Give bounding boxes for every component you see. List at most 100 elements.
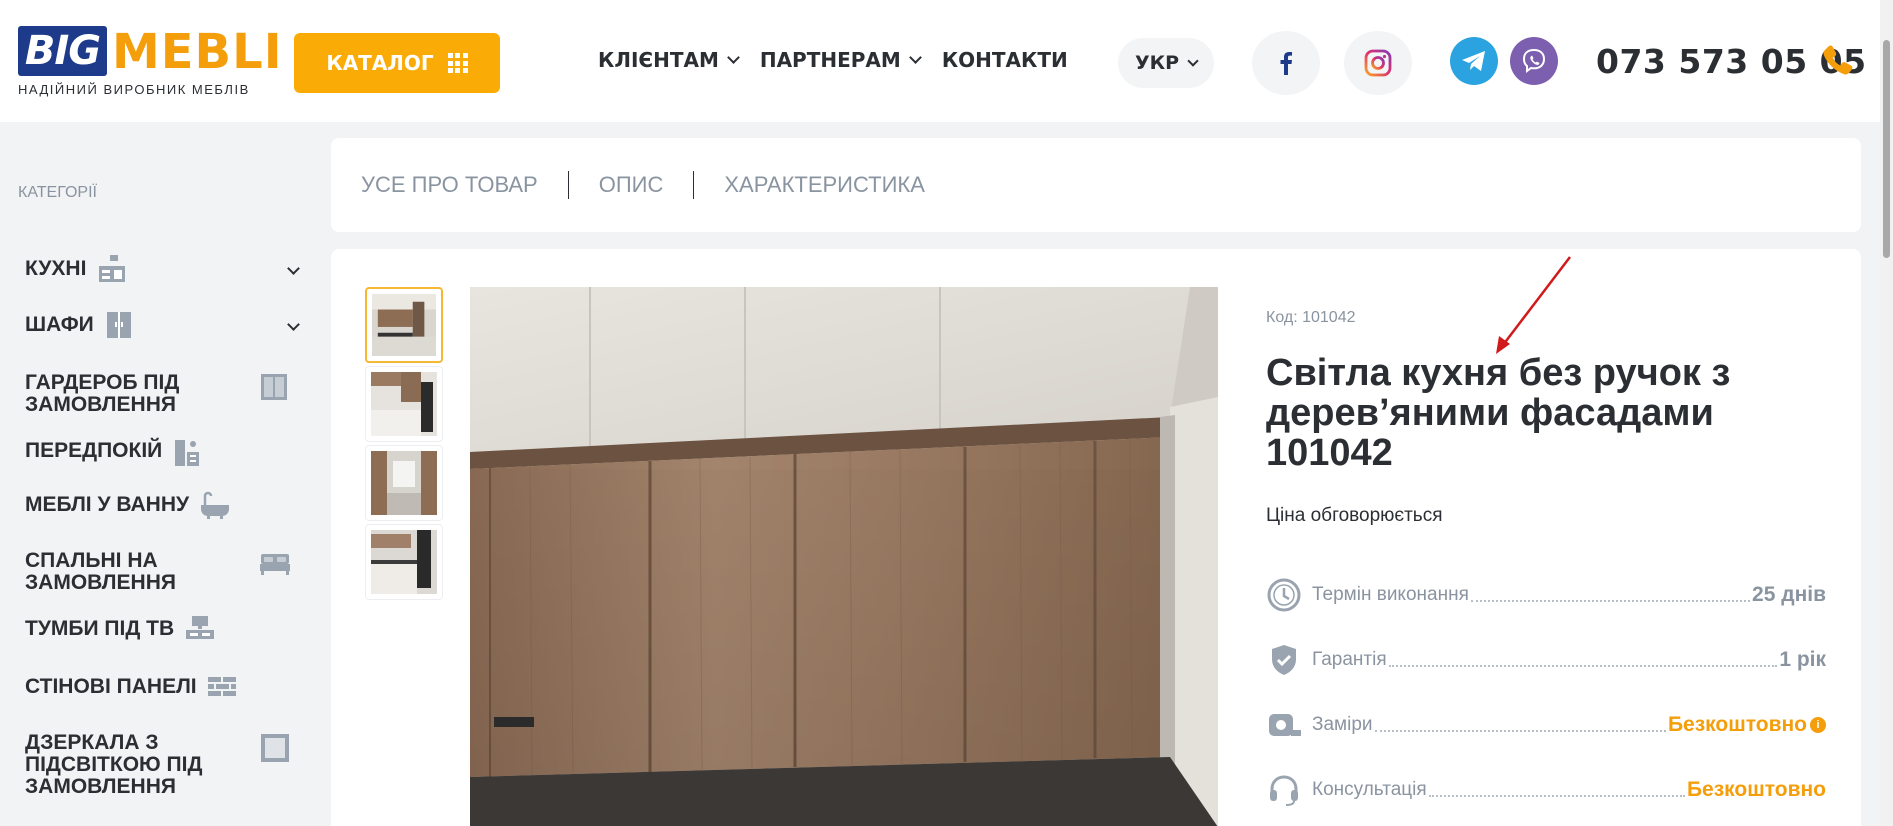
kitchen-icon bbox=[99, 255, 126, 282]
headset-icon bbox=[1266, 772, 1302, 808]
facebook-icon bbox=[1280, 52, 1292, 75]
main-nav: КЛІЄНТАМ ПАРТНЕРАМ КОНТАКТИ bbox=[598, 48, 1068, 72]
sidebar-item-label: ТУМБИ ПІД ТВ bbox=[25, 617, 175, 640]
telegram-link[interactable] bbox=[1450, 37, 1498, 85]
spec-label: Термін виконання bbox=[1312, 584, 1469, 605]
sidebar-item-label: КУХНІ bbox=[25, 257, 87, 280]
spec-leader-dots bbox=[1388, 665, 1778, 667]
chevron-down-icon bbox=[908, 51, 922, 64]
tab-all-about-product[interactable]: УСЕ ПРО ТОВАР bbox=[361, 172, 538, 198]
wardrobe-icon bbox=[106, 312, 131, 338]
catalog-button-label: КАТАЛОГ bbox=[326, 51, 434, 75]
chevron-down-icon bbox=[1187, 54, 1199, 67]
spec-value: 25 днів bbox=[1752, 583, 1826, 606]
nav-item-label: КОНТАКТИ bbox=[941, 48, 1068, 72]
nav-item-label: ПАРТНЕРАМ bbox=[759, 48, 901, 72]
product-info: Код: 101042 Світла кухня без ручок з дер… bbox=[1266, 309, 1826, 527]
spec-row-measurement: Заміри Безкоштовно i bbox=[1266, 705, 1826, 745]
sidebar-item-bedrooms[interactable]: СПАЛЬНІ НА ЗАМОВЛЕННЯ bbox=[25, 550, 310, 594]
sidebar-item-label: СПАЛЬНІ НА ЗАМОВЛЕННЯ bbox=[25, 549, 176, 594]
nav-item-partners[interactable]: ПАРТНЕРАМ bbox=[759, 48, 922, 72]
logo-mebli-text: MEBLI bbox=[112, 24, 283, 80]
kitchen-thumbnail-image bbox=[371, 451, 437, 515]
info-icon[interactable]: i bbox=[1810, 717, 1826, 733]
shield-check-icon bbox=[1266, 642, 1302, 678]
spec-row-consultation: Консультація Безкоштовно bbox=[1266, 770, 1826, 810]
spec-value: 1 рік bbox=[1779, 648, 1826, 671]
phone-icon[interactable] bbox=[1822, 44, 1854, 78]
sidebar-item-label: ШАФИ bbox=[25, 313, 94, 336]
sidebar-item-wardrobes[interactable]: ШАФИ bbox=[25, 312, 310, 340]
thumbnail[interactable] bbox=[365, 445, 443, 521]
nav-item-clients[interactable]: КЛІЄНТАМ bbox=[598, 48, 740, 72]
sidebar-item-tv-stands[interactable]: ТУМБИ ПІД ТВ bbox=[25, 616, 310, 644]
spec-leader-dots bbox=[1470, 600, 1751, 602]
spec-value: Безкоштовно bbox=[1686, 778, 1826, 801]
viber-icon bbox=[1522, 48, 1546, 73]
clock-icon bbox=[1266, 577, 1302, 613]
facebook-link[interactable] bbox=[1252, 31, 1320, 95]
spec-row-lead-time: Термін виконання 25 днів bbox=[1266, 575, 1826, 615]
mirror-icon bbox=[261, 734, 289, 762]
kitchen-thumbnail-image bbox=[372, 294, 436, 356]
tab-description[interactable]: ОПИС bbox=[599, 172, 664, 198]
spec-label: Гарантія bbox=[1312, 649, 1387, 670]
catalog-button[interactable]: КАТАЛОГ bbox=[294, 33, 500, 93]
sidebar-item-kitchens[interactable]: КУХНІ bbox=[25, 255, 310, 284]
spec-leader-dots bbox=[1428, 795, 1685, 797]
chevron-down-icon bbox=[726, 51, 740, 64]
sidebar-item-label: ДЗЕРКАЛА З ПІДСВІТКОЮ ПІД ЗАМОВЛЕННЯ bbox=[25, 731, 203, 798]
tab-divider bbox=[567, 171, 569, 199]
wall-panel-icon bbox=[207, 677, 236, 696]
tab-specifications[interactable]: ХАРАКТЕРИСТИКА bbox=[724, 172, 925, 198]
language-selector[interactable]: УКР bbox=[1118, 38, 1214, 88]
instagram-link[interactable] bbox=[1344, 31, 1412, 95]
sidebar-item-closet[interactable]: ГАРДЕРОБ ПІД ЗАМОВЛЕННЯ bbox=[25, 372, 310, 416]
thumbnail-list bbox=[365, 287, 445, 603]
spec-row-warranty: Гарантія 1 рік bbox=[1266, 640, 1826, 680]
site-logo[interactable]: BIG MEBLI НАДІЙНИЙ ВИРОБНИК МЕБЛІВ bbox=[18, 26, 282, 100]
tape-measure-icon bbox=[1266, 707, 1302, 743]
bed-icon bbox=[260, 554, 290, 575]
product-price: Ціна обговорюється bbox=[1266, 505, 1443, 526]
thumbnail[interactable] bbox=[365, 366, 443, 442]
hallway-icon bbox=[175, 440, 200, 466]
sidebar-item-bathroom[interactable]: МЕБЛІ У ВАННУ bbox=[25, 491, 310, 520]
product-title: Світла кухня без ручок з дерев’яними фас… bbox=[1266, 352, 1731, 474]
spec-leader-dots bbox=[1374, 730, 1666, 732]
sidebar-item-mirrors[interactable]: ДЗЕРКАЛА З ПІДСВІТКОЮ ПІД ЗАМОВЛЕННЯ bbox=[25, 732, 310, 798]
kitchen-thumbnail-image bbox=[371, 530, 437, 594]
product-code: Код: 101042 bbox=[1266, 309, 1356, 326]
logo-tagline: НАДІЙНИЙ ВИРОБНИК МЕБЛІВ bbox=[18, 82, 250, 97]
spec-label: Консультація bbox=[1312, 779, 1427, 800]
sidebar-title: КАТЕГОРІЇ bbox=[18, 184, 97, 201]
closet-icon bbox=[261, 374, 287, 400]
thumbnail[interactable] bbox=[365, 524, 443, 600]
product-card: Код: 101042 Світла кухня без ручок з дер… bbox=[331, 249, 1861, 826]
scrollbar-thumb[interactable] bbox=[1883, 40, 1890, 258]
product-main-image[interactable] bbox=[470, 287, 1218, 826]
viber-link[interactable] bbox=[1510, 37, 1558, 85]
page-scrollbar[interactable] bbox=[1880, 0, 1893, 826]
nav-item-contacts[interactable]: КОНТАКТИ bbox=[942, 48, 1068, 72]
nav-item-label: КЛІЄНТАМ bbox=[598, 48, 719, 72]
site-header: BIG MEBLI НАДІЙНИЙ ВИРОБНИК МЕБЛІВ КАТАЛ… bbox=[0, 0, 1880, 122]
chevron-down-icon[interactable] bbox=[287, 318, 300, 331]
sidebar-item-label: ПЕРЕДПОКІЙ bbox=[25, 439, 163, 462]
language-label: УКР bbox=[1134, 52, 1180, 74]
spec-label: Заміри bbox=[1312, 714, 1373, 735]
kitchen-thumbnail-image bbox=[371, 372, 437, 436]
tv-stand-icon bbox=[186, 616, 215, 639]
sidebar-item-wall-panels[interactable]: СТІНОВІ ПАНЕЛІ bbox=[25, 676, 310, 699]
spec-value: Безкоштовно bbox=[1667, 713, 1807, 736]
instagram-icon bbox=[1364, 49, 1392, 77]
category-sidebar: КАТЕГОРІЇ КУХНІ ШАФИ ГАРДЕРОБ ПІД ЗАМОВЛ… bbox=[0, 122, 314, 826]
sidebar-item-label: МЕБЛІ У ВАННУ bbox=[25, 493, 190, 516]
bathtub-icon bbox=[201, 491, 230, 519]
telegram-icon bbox=[1462, 51, 1485, 71]
sidebar-item-label: ГАРДЕРОБ ПІД ЗАМОВЛЕННЯ bbox=[25, 371, 180, 416]
thumbnail[interactable] bbox=[365, 287, 443, 363]
sidebar-item-hallway[interactable]: ПЕРЕДПОКІЙ bbox=[25, 440, 310, 468]
chevron-down-icon[interactable] bbox=[287, 262, 300, 275]
product-tabs: УСЕ ПРО ТОВАР ОПИС ХАРАКТЕРИСТИКА bbox=[331, 138, 1861, 232]
